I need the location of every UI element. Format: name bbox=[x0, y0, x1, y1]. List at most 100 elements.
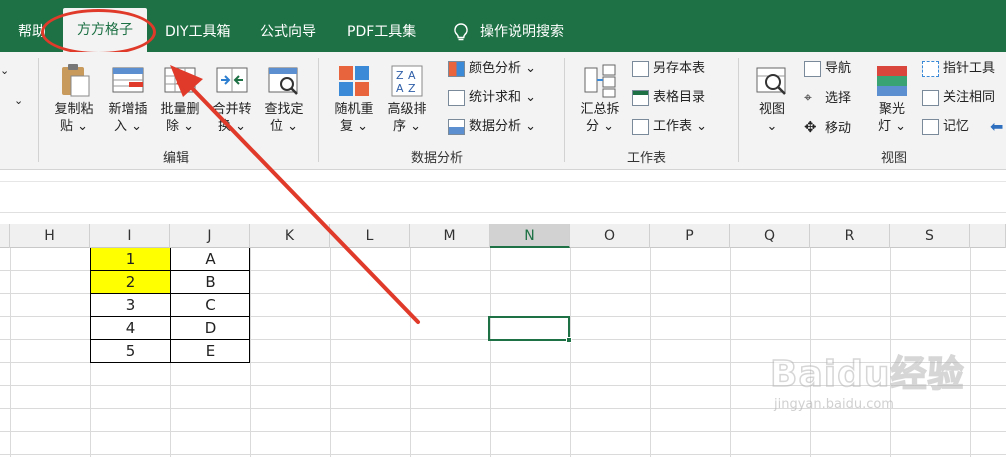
back-arrow-icon[interactable]: ⬅ bbox=[990, 116, 1003, 138]
svg-text:A: A bbox=[408, 69, 416, 82]
cell-i3[interactable]: 3 bbox=[91, 294, 170, 317]
merge-convert-label-2: 换 ⌄ bbox=[217, 119, 247, 134]
view-button[interactable]: 视图 ⌄ bbox=[746, 58, 798, 135]
sort-az-icon: ZAAZ bbox=[390, 62, 424, 98]
directory-icon bbox=[632, 89, 649, 106]
cell-j4[interactable]: D bbox=[171, 317, 250, 340]
annotation-circle bbox=[41, 9, 156, 55]
spotlight-icon bbox=[875, 62, 909, 98]
memory-button[interactable]: 记忆 bbox=[922, 116, 969, 138]
worksheet-label: 工作表 bbox=[653, 119, 693, 134]
copy-paste-label-2: 贴 ⌄ bbox=[59, 119, 89, 134]
add-insert-label-1: 新增插 bbox=[108, 102, 148, 117]
select-cursor-icon: ⌖ bbox=[804, 90, 812, 106]
summary-split-icon bbox=[583, 62, 617, 98]
view-label: 视图 bbox=[758, 102, 785, 117]
focus-related-button[interactable]: 关注相同 bbox=[922, 87, 995, 109]
spotlight-button[interactable]: 聚光 灯 ⌄ bbox=[866, 58, 918, 135]
navigate-button[interactable]: 导航 bbox=[804, 58, 851, 80]
random-repeat-button[interactable]: 随机重 复 ⌄ bbox=[328, 58, 380, 135]
column-header-m[interactable]: M bbox=[410, 224, 490, 248]
column-header-t[interactable] bbox=[970, 224, 1006, 248]
data-analysis-label: 数据分析 bbox=[469, 119, 522, 134]
chevron-down-icon[interactable]: ⌄ bbox=[14, 90, 23, 112]
merge-convert-button[interactable]: 合并转 换 ⌄ bbox=[206, 58, 258, 135]
cell-i4[interactable]: 4 bbox=[91, 317, 170, 340]
select-button[interactable]: ⌖ 选择 bbox=[804, 87, 851, 109]
color-analysis-button[interactable]: 颜色分析 ⌄ bbox=[448, 58, 536, 80]
column-header-n[interactable]: N bbox=[490, 224, 570, 248]
column-header-s[interactable]: S bbox=[890, 224, 970, 248]
move-arrows-icon: ✥ bbox=[804, 118, 817, 136]
advanced-sort-button[interactable]: ZAAZ 高级排 序 ⌄ bbox=[381, 58, 433, 135]
move-button[interactable]: ✥ 移动 bbox=[804, 116, 851, 138]
column-header-p[interactable]: P bbox=[650, 224, 730, 248]
find-locate-button[interactable]: 查找定 位 ⌄ bbox=[258, 58, 310, 135]
find-locate-label-2: 位 ⌄ bbox=[269, 119, 299, 134]
analysis-table-icon bbox=[448, 118, 465, 135]
spotlight-label-1: 聚光 bbox=[878, 102, 905, 117]
spotlight-label-2: 灯 ⌄ bbox=[877, 119, 907, 134]
focus-grid-icon bbox=[922, 89, 939, 106]
pointer-tool-button[interactable]: 指针工具 bbox=[922, 58, 995, 80]
column-header-j[interactable]: J bbox=[170, 224, 250, 248]
random-blocks-icon bbox=[337, 62, 371, 98]
cell-i5[interactable]: 5 bbox=[91, 340, 170, 363]
navigate-label: 导航 bbox=[825, 61, 852, 76]
add-insert-label-2: 入 ⌄ bbox=[113, 119, 143, 134]
svg-text:Z: Z bbox=[396, 69, 404, 82]
collapse-chevron-icon[interactable]: ⌄ bbox=[0, 60, 9, 82]
group-separator bbox=[38, 58, 39, 162]
column-header-row: H I J K L M N O P Q R S bbox=[0, 224, 1006, 248]
tab-diy-toolbox[interactable]: DIY工具箱 bbox=[165, 20, 230, 44]
tell-me-label: 操作说明搜索 bbox=[480, 24, 564, 40]
find-magnifier-icon bbox=[267, 62, 301, 98]
delete-grid-icon bbox=[163, 62, 197, 98]
cell-i2[interactable]: 2 bbox=[91, 271, 170, 293]
view-magnifier-icon bbox=[755, 62, 789, 98]
cell-i1[interactable]: 1 bbox=[91, 248, 170, 270]
fill-handle[interactable] bbox=[566, 337, 572, 343]
column-header-k[interactable]: K bbox=[250, 224, 330, 248]
pointer-tool-label: 指针工具 bbox=[943, 61, 996, 76]
cell-j2[interactable]: B bbox=[171, 271, 250, 294]
column-header-o[interactable]: O bbox=[570, 224, 650, 248]
advanced-sort-label-1: 高级排 bbox=[387, 102, 427, 117]
cell-j5[interactable]: E bbox=[171, 340, 250, 363]
copy-paste-button[interactable]: 复制粘 贴 ⌄ bbox=[48, 58, 100, 135]
cell-j1[interactable]: A bbox=[171, 248, 250, 271]
data-analysis-button[interactable]: 数据分析 ⌄ bbox=[448, 116, 536, 138]
color-grid-icon bbox=[448, 60, 465, 77]
selected-cell-n4[interactable] bbox=[488, 316, 570, 341]
stat-sum-button[interactable]: 统计求和 ⌄ bbox=[448, 87, 536, 109]
tell-me-search[interactable]: 操作说明搜索 bbox=[452, 20, 564, 44]
advanced-sort-label-2: 序 ⌄ bbox=[392, 119, 422, 134]
save-as-sheet-button[interactable]: 另存本表 bbox=[632, 58, 705, 80]
tab-pdf-tools[interactable]: PDF工具集 bbox=[347, 20, 416, 44]
clipboard-icon bbox=[57, 62, 91, 98]
cell-j3[interactable]: C bbox=[171, 294, 250, 317]
worksheet-button[interactable]: 工作表 ⌄ bbox=[632, 116, 707, 138]
column-header-h[interactable]: H bbox=[10, 224, 90, 248]
ribbon: ⌄ ⌄ 复制粘 贴 ⌄ 新增插 入 ⌄ 批量删 除 ⌄ 合并转 换 ⌄ 查找定 bbox=[0, 52, 1006, 170]
row-header-corner[interactable] bbox=[0, 224, 10, 248]
view-chevron-icon: ⌄ bbox=[766, 119, 778, 134]
sheet-directory-button[interactable]: 表格目录 bbox=[632, 87, 705, 109]
divider bbox=[0, 181, 1006, 182]
batch-delete-button[interactable]: 批量删 除 ⌄ bbox=[154, 58, 206, 135]
merge-convert-icon bbox=[215, 62, 249, 98]
column-header-i[interactable]: I bbox=[90, 224, 170, 248]
tab-formula-wizard[interactable]: 公式向导 bbox=[260, 20, 316, 44]
focus-related-label: 关注相同 bbox=[943, 90, 996, 105]
column-header-q[interactable]: Q bbox=[730, 224, 810, 248]
batch-delete-label-2: 除 ⌄ bbox=[165, 119, 195, 134]
sum-table-icon bbox=[448, 89, 465, 106]
edit-group-label: 编辑 bbox=[163, 151, 190, 166]
summary-split-button[interactable]: 汇总拆 分 ⌄ bbox=[574, 58, 626, 135]
svg-text:A: A bbox=[396, 82, 404, 95]
column-header-l[interactable]: L bbox=[330, 224, 410, 248]
insert-rows-icon bbox=[111, 62, 145, 98]
worksheet-icon bbox=[632, 118, 649, 135]
column-header-r[interactable]: R bbox=[810, 224, 890, 248]
add-insert-button[interactable]: 新增插 入 ⌄ bbox=[102, 58, 154, 135]
